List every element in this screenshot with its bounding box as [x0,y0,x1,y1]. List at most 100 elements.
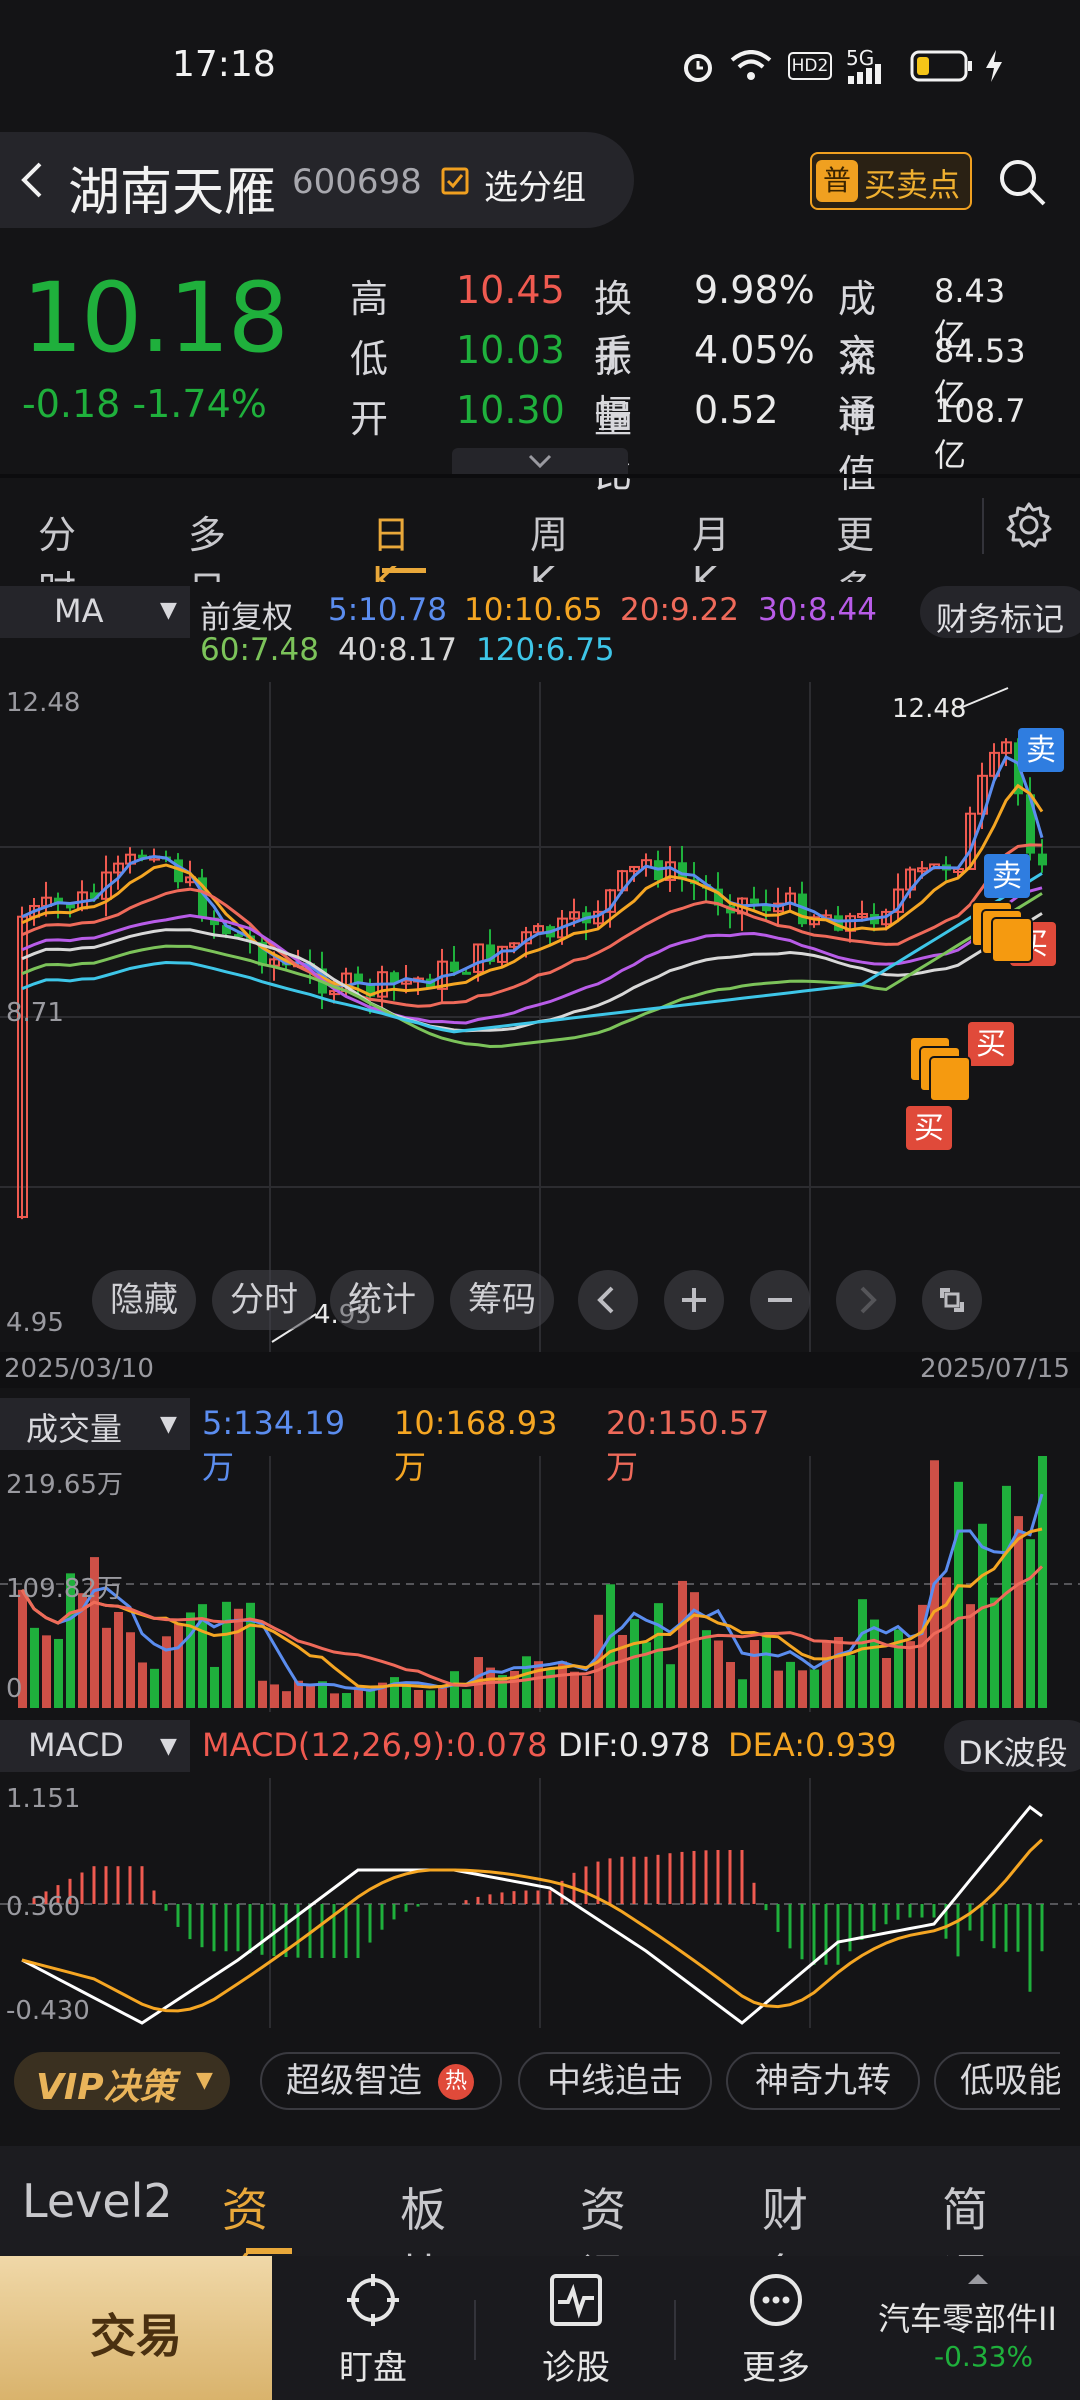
battery-icon [910,50,972,82]
volume-bar [846,1655,855,1708]
volume-bar [738,1679,747,1708]
ma-line [21,886,1043,1025]
sell-signal-badge[interactable]: 卖 [984,854,1030,898]
more-button[interactable]: 更多 [716,2340,836,2389]
volume-bar [906,1641,915,1708]
volume-bar [426,1690,435,1708]
ma-line [21,912,1043,1033]
candle-body [450,961,459,972]
macd-y-mid: 0.360 [6,1892,81,1922]
stat-value: 4.05% [694,328,815,372]
diagnose-button[interactable]: 诊股 [516,2340,636,2389]
ma-value: 30:8.44 [758,592,877,628]
volume-bar [1014,1516,1023,1708]
fullscreen-button[interactable] [922,1270,982,1330]
zoom-in-button[interactable] [664,1270,724,1330]
volume-bar [726,1662,735,1708]
strategy-nine-turn[interactable]: 神奇九转 [726,2052,920,2110]
signal-label: 卖 [1026,733,1056,768]
volume-bar [414,1689,423,1708]
current-price: 10.18 [22,262,289,374]
macd-value: DIF:0.978 [558,1726,711,1764]
volume-bar [882,1658,891,1708]
volume-bar [966,1604,975,1708]
dropdown-arrow-icon[interactable]: ▼ [196,2068,213,2093]
volume-bar [522,1656,531,1708]
scroll-right-button[interactable] [836,1270,896,1330]
vip-decision-label: VIP决策 [36,2067,176,2108]
stat-value: 10.30 [456,388,565,432]
volume-bar [126,1632,135,1708]
signal-label: 买 [914,1111,944,1146]
watch-button[interactable]: 盯盘 [313,2340,433,2389]
ma-select-label: MA [54,592,104,630]
intraday-button[interactable]: 分时 [212,1270,316,1330]
pulse-icon[interactable] [548,2272,604,2328]
stat-value: 10.45 [456,268,565,312]
trade-marker [991,917,1033,963]
volume-bar [954,1481,963,1708]
divider [474,2300,476,2360]
crosshair-icon[interactable] [345,2272,401,2328]
volume-bar [582,1675,591,1708]
volume-chart[interactable] [0,1456,1080,1714]
macd-y-low: -0.430 [6,1996,90,2026]
buy-signal-badge[interactable]: 买 [968,1022,1014,1066]
change-amount: -0.18 [22,382,121,426]
y-axis-low-label: 4.95 [6,1308,64,1338]
sector-name[interactable]: 汽车零部件II [878,2294,1078,2340]
volume-bar [330,1693,339,1708]
ma-value: 120:6.75 [476,632,615,668]
ma-value: 60:7.48 [200,632,319,668]
more-icon[interactable] [748,2272,804,2328]
select-group-button[interactable]: 选分组 [484,160,586,209]
statistics-button[interactable]: 统计 [330,1270,434,1330]
chevron-up-icon[interactable] [966,2272,990,2286]
strategy-low-buy[interactable]: 低吸能手 [934,2052,1080,2110]
wifi-icon [730,50,772,80]
sector-change: -0.33% [934,2340,1034,2373]
zoom-out-button[interactable] [750,1270,810,1330]
gear-icon[interactable] [1004,500,1054,550]
volume-y-mid: 109.82万 [6,1574,123,1604]
info-tab[interactable]: Level2 [22,2174,173,2228]
dk-band-label: DK波段 [958,1734,1068,1772]
active-tab-indicator [246,2248,292,2254]
y-axis-mid-label: 8.71 [6,998,64,1028]
scroll-left-button[interactable] [578,1270,638,1330]
volume-bar [798,1670,807,1708]
search-icon[interactable] [996,156,1048,208]
volume-bar [654,1603,663,1708]
strategy-midline[interactable]: 中线追击 [518,2052,712,2110]
candlestick-chart[interactable]: 卖卖买买买 [0,682,1080,1362]
candle-body [1038,853,1047,866]
back-icon[interactable] [14,160,50,200]
hide-button[interactable]: 隐藏 [92,1270,196,1330]
ma-value: 40:8.17 [338,632,457,668]
volume-bar [102,1627,111,1708]
chevron-down-icon[interactable] [524,452,556,472]
ma-value: 10:10.65 [464,592,603,628]
ma-value: 20:9.22 [620,592,739,628]
macd-chart[interactable] [0,1778,1080,2030]
sell-signal-badge[interactable]: 卖 [1018,728,1064,772]
volume-bar [450,1671,459,1708]
checkbox-icon[interactable] [440,166,470,196]
dropdown-arrow-icon[interactable]: ▼ [160,598,177,623]
buy-signal-badge[interactable]: 买 [906,1106,952,1150]
macd-y-high: 1.151 [6,1784,81,1814]
dropdown-arrow-icon[interactable]: ▼ [160,1412,177,1437]
dropdown-arrow-icon[interactable]: ▼ [160,1734,177,1759]
signal-label: 卖 [992,859,1022,894]
stock-name: 湖南天雁 [68,163,277,223]
date-start: 2025/03/10 [4,1354,154,1384]
volume-y-high: 219.65万 [6,1470,123,1500]
volume-bar [630,1619,639,1708]
volume-bar [210,1666,219,1708]
volume-bar [390,1677,399,1708]
volume-bar [870,1619,879,1708]
chips-button[interactable]: 筹码 [450,1270,554,1330]
trade-label: 交易 [90,2309,182,2363]
volume-bar [30,1627,39,1708]
adjust-mode[interactable]: 前复权 [200,592,293,637]
